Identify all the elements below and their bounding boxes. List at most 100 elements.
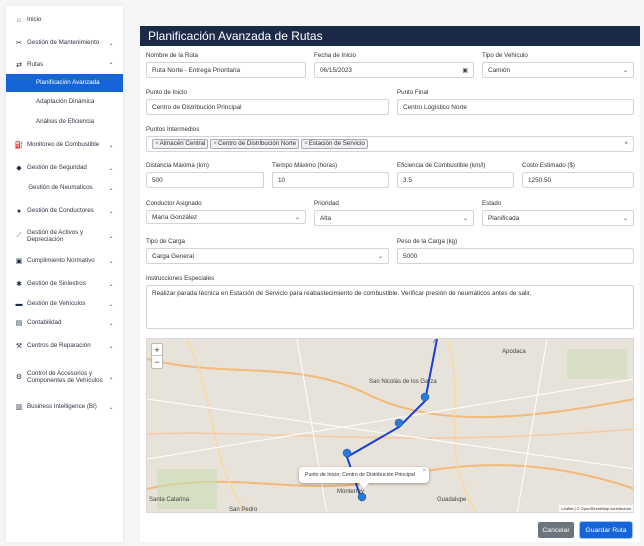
main-panel: Planificación Avanzada de Rutas Nombre d… (140, 26, 640, 542)
sidebar-item-planificacion-avanzada[interactable]: Planificación Avanzada (6, 74, 123, 92)
zoom-in-button[interactable]: + (152, 344, 162, 356)
chevron-down-icon: ⌄ (108, 281, 114, 288)
cargo-type-label: Tipo de Carga (146, 238, 185, 245)
map-marker-waypoint (420, 392, 430, 402)
estimated-cost-label: Costo Estimado ($) (522, 162, 575, 169)
end-point-input[interactable]: Centro Logístico Norte (397, 99, 634, 115)
sidebar-item-bi[interactable]: ▥ Business Intelligence (BI) ⌄ (6, 394, 123, 420)
sidebar-item-label: Centros de Reparación (27, 342, 91, 350)
status-select[interactable]: Planificada ⌄ (482, 210, 634, 226)
chevron-up-icon: ⌃ (108, 62, 114, 69)
map-zoom-control: + − (151, 343, 163, 369)
chevron-down-icon: ⌄ (377, 253, 383, 260)
waypoints-multiselect[interactable]: ×Almacén Central ×Centro de Distribución… (146, 136, 634, 152)
sidebar-item-rutas[interactable]: ⇄ Rutas ⌃ (6, 56, 123, 74)
save-route-button[interactable]: Guardar Ruta (580, 522, 632, 538)
sidebar-item-combustible[interactable]: ⛽ Monitoreo de Combustible ⌄ (6, 132, 123, 158)
start-point-value: Centro de Distribución Principal (152, 103, 242, 111)
chevron-down-icon: ⌄ (108, 165, 114, 172)
cargo-weight-label: Peso de la Carga (kg) (397, 238, 458, 245)
sidebar-item-label: Gestión de Conductores (27, 207, 94, 215)
instructions-label: Instrucciones Especiales (146, 275, 215, 282)
map-popup: Punto de Inicio: Centro de Distribución … (299, 467, 429, 488)
popup-close-icon[interactable]: × (422, 468, 426, 474)
waypoint-tag[interactable]: ×Almacén Central (152, 139, 209, 149)
cargo-type-select[interactable]: Carga General ⌄ (146, 248, 389, 264)
sidebar-item-activos[interactable]: ⟋ Gestión de Activos y Depreciación ⌄ (6, 224, 123, 248)
sidebar-item-vehiculos[interactable]: ▬ Gestión de Vehículos ⌄ (6, 294, 123, 314)
max-time-value: 10 (278, 176, 286, 184)
sidebar-item-siniestros[interactable]: ✱ Gestión de Siniestros ⌄ (6, 274, 123, 294)
vehicle-type-value: Camión (488, 66, 511, 74)
sidebar-item-label: Monitoreo de Combustible (27, 141, 100, 149)
map-attribution[interactable]: Leaflet | © OpenStreetMap contributors (559, 505, 633, 512)
chevron-down-icon: ⌄ (462, 215, 468, 222)
zoom-out-button[interactable]: − (152, 356, 162, 368)
priority-select[interactable]: Alta ⌄ (314, 210, 474, 226)
remove-tag-icon[interactable]: × (304, 140, 308, 147)
max-distance-input[interactable]: 500 (146, 172, 264, 188)
page-title: Planificación Avanzada de Rutas (140, 26, 640, 46)
fuel-efficiency-label: Eficiencia de Combustible (km/l) (397, 162, 486, 169)
bar-chart-icon: ▥ (15, 404, 23, 411)
chevron-down-icon: ⌄ (108, 404, 114, 411)
chart-line-icon: ⟋ (16, 232, 22, 239)
estimated-cost-input[interactable]: 1250.50 (522, 172, 634, 188)
sidebar-item-label: Análisis de Eficiencia (36, 118, 95, 126)
remove-tag-icon[interactable]: × (213, 140, 217, 147)
status-value: Planificada (488, 214, 520, 222)
max-distance-value: 500 (152, 176, 163, 184)
fuel-efficiency-input[interactable]: 3.5 (397, 172, 514, 188)
sidebar-item-conductores[interactable]: ● Gestión de Conductores ⌄ (6, 198, 123, 224)
start-date-label: Fecha de Inicio (314, 52, 356, 59)
waypoints-label: Puntos Intermedios (146, 126, 200, 133)
cancel-button[interactable]: Cancelar (538, 522, 574, 538)
tools-icon: ✂ (16, 40, 22, 47)
vehicle-type-select[interactable]: Camión ⌄ (482, 62, 634, 78)
sidebar-item-neumaticos[interactable]: Gestión de Neumaticos ⌄ (6, 178, 123, 198)
clear-all-icon[interactable]: × (624, 141, 628, 147)
max-distance-label: Distancia Máxima (km) (146, 162, 209, 169)
map-marker-waypoint (394, 418, 404, 428)
sidebar-item-mantenimiento[interactable]: ✂ Gestión de Mantenimiento ⌄ (6, 30, 123, 56)
waypoint-tag[interactable]: ×Centro de Distribución Norte (210, 139, 300, 149)
start-point-input[interactable]: Centro de Distribución Principal (146, 99, 389, 115)
sidebar-item-accesorios[interactable]: ⚙ Control de Accesorios y Componentes de… (6, 360, 123, 394)
map-label-monterrey: Monterrey (337, 489, 365, 495)
chevron-down-icon: ⌄ (108, 142, 114, 149)
cargo-weight-input[interactable]: 5000 (397, 248, 634, 264)
max-time-input[interactable]: 10 (272, 172, 389, 188)
sidebar-item-contabilidad[interactable]: ▤ Contabilidad ⌄ (6, 314, 123, 332)
route-map[interactable]: San Nicolás de los Garza Apodaca Santa C… (146, 338, 634, 513)
sidebar-item-reparacion[interactable]: ⚒ Centros de Reparación ⌄ (6, 332, 123, 360)
max-time-label: Tiempo Máximo (horas) (272, 162, 338, 169)
start-date-value: 06/15/2023 (320, 66, 352, 74)
calendar-icon[interactable]: ▣ (462, 67, 468, 74)
sidebar-item-cumplimiento[interactable]: ▣ Cumplimiento Normativo ⌄ (6, 248, 123, 274)
chevron-down-icon: ⌄ (108, 258, 114, 265)
sidebar-item-label: Gestión de Neumaticos (28, 184, 93, 192)
remove-tag-icon[interactable]: × (155, 140, 159, 147)
priority-label: Prioridad (314, 200, 339, 207)
start-point-label: Punto de Inicio (146, 89, 187, 96)
sidebar-item-inicio[interactable]: ⌂ Inicio (6, 10, 123, 30)
driver-select[interactable]: María González ⌄ (146, 210, 306, 224)
sidebar-item-label: Gestión de Seguridad (27, 164, 87, 172)
sidebar: ⌂ Inicio ✂ Gestión de Mantenimiento ⌄ ⇄ … (6, 6, 123, 542)
calculator-icon: ▤ (15, 320, 23, 327)
route-name-input[interactable]: Ruta Norte - Entrega Prioritaria (146, 62, 306, 78)
cargo-weight-value: 5000 (403, 252, 418, 260)
home-icon: ⌂ (16, 16, 22, 24)
sidebar-item-analisis-eficiencia[interactable]: Análisis de Eficiencia (6, 112, 123, 132)
chevron-down-icon: ⌄ (108, 40, 114, 47)
start-date-input[interactable]: 06/15/2023 ▣ (314, 62, 474, 78)
map-label-santa-catarina: Santa Catarina (149, 497, 190, 503)
instructions-textarea[interactable]: Realizar parada técnica en Estación de S… (146, 285, 634, 329)
sidebar-item-label: Rutas (27, 61, 44, 69)
sidebar-item-adaptacion-dinamica[interactable]: Adaptación Dinámica (6, 92, 123, 112)
sidebar-item-seguridad[interactable]: ◆ Gestión de Seguridad ⌄ (6, 158, 123, 178)
vehicle-type-label: Tipo de Vehículo (482, 52, 528, 59)
sidebar-item-label: Planificación Avanzada (36, 79, 100, 87)
user-icon: ● (16, 207, 22, 215)
waypoint-tag[interactable]: ×Estación de Servicio (301, 139, 368, 149)
